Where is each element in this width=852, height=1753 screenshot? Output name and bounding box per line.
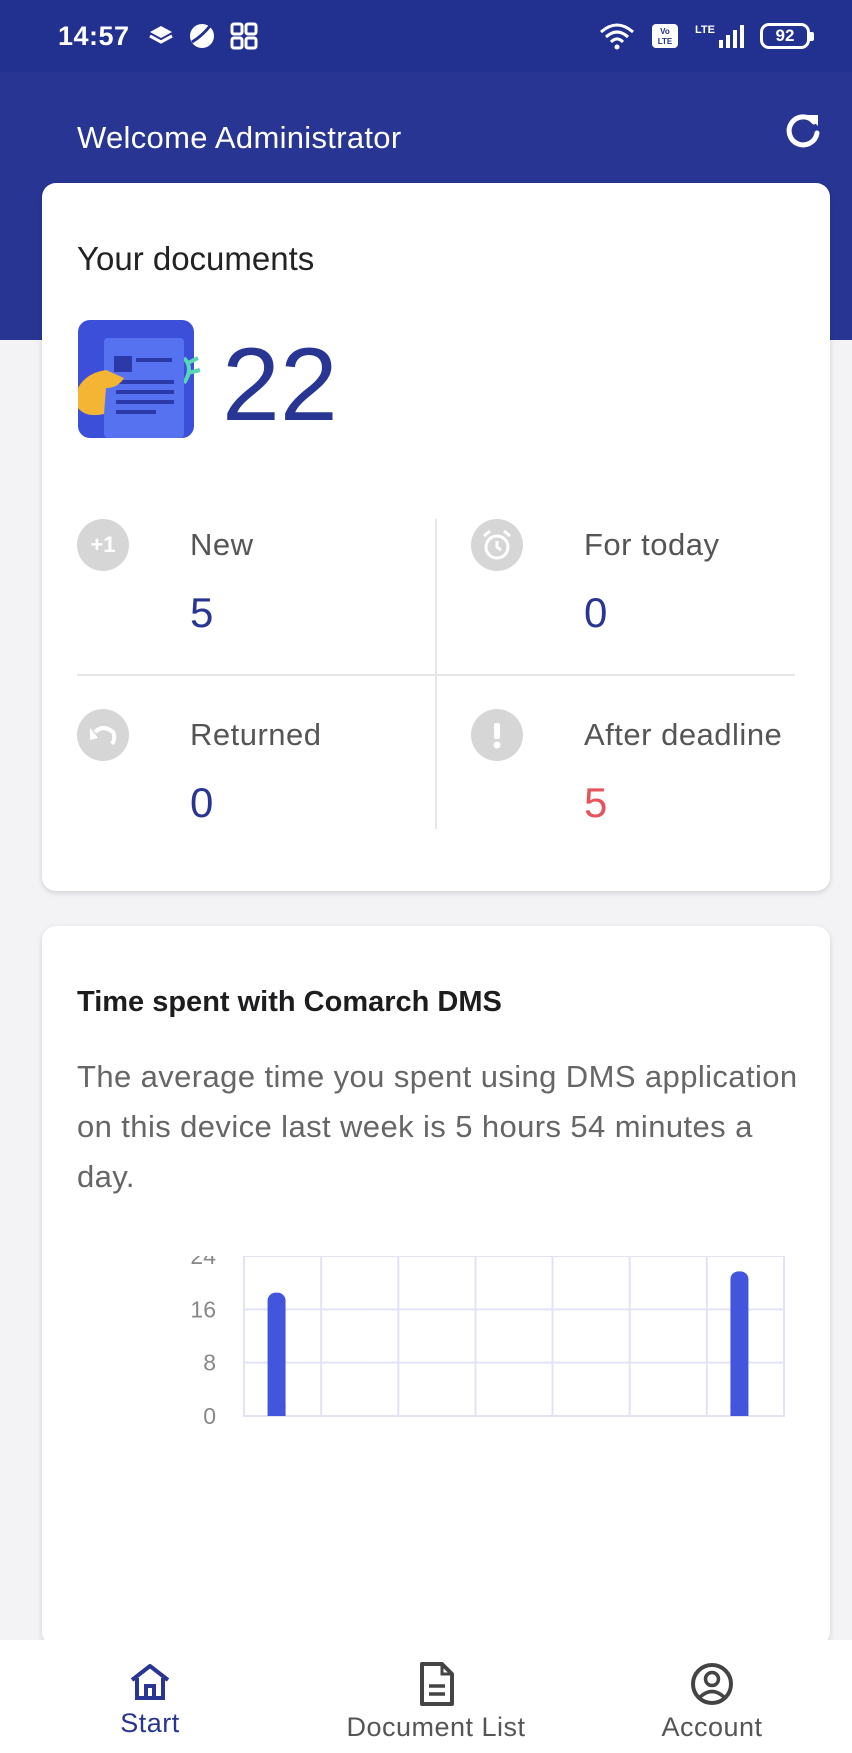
home-icon bbox=[130, 1664, 170, 1700]
nav-account[interactable]: Account bbox=[572, 1640, 852, 1753]
stat-value: 0 bbox=[584, 589, 608, 636]
svg-text:LTE: LTE bbox=[658, 37, 673, 46]
signal-bars-icon bbox=[719, 25, 744, 48]
stats-divider-horizontal bbox=[77, 674, 795, 676]
stat-label: After deadline bbox=[584, 717, 783, 752]
alarm-clock-icon bbox=[471, 519, 523, 571]
volte-icon: Vo LTE bbox=[652, 24, 679, 48]
status-system-icons: Vo LTE LTE 92 bbox=[599, 22, 814, 50]
stat-label: Returned bbox=[190, 717, 322, 752]
plus-one-icon-text: +1 bbox=[90, 532, 116, 557]
stat-label: New bbox=[190, 527, 254, 562]
chart-plot-border bbox=[243, 1256, 785, 1417]
stat-value: 5 bbox=[190, 589, 214, 636]
chart-ytick-label: 24 bbox=[190, 1256, 216, 1269]
time-spent-description: The average time you spent using DMS app… bbox=[77, 1059, 798, 1194]
documents-stats: +1 New 5 For today 0 Returned 0 After de… bbox=[77, 519, 795, 829]
time-spent-card: Time spent with Comarch DMS The average … bbox=[42, 926, 830, 1646]
wifi-icon bbox=[600, 23, 635, 50]
page-title: Welcome Administrator bbox=[77, 120, 402, 155]
chart-bar-base bbox=[730, 1406, 749, 1416]
layers-icon bbox=[148, 26, 173, 44]
stat-label: For today bbox=[584, 527, 720, 562]
plus-one-icon: +1 bbox=[77, 519, 129, 571]
documents-total: 22 bbox=[222, 327, 338, 443]
nav-label-start: Start bbox=[120, 1708, 180, 1738]
exclamation-icon bbox=[471, 709, 523, 761]
stat-new[interactable]: +1 New 5 bbox=[77, 519, 436, 674]
weekly-usage-chart: 081624MonTueWedThuFriSatSun bbox=[190, 1256, 785, 1429]
battery-indicator: 92 bbox=[760, 23, 814, 49]
stat-for-today[interactable]: For today 0 bbox=[471, 519, 830, 674]
refresh-button[interactable] bbox=[780, 108, 826, 154]
ball-icon bbox=[189, 24, 214, 48]
chart-bar-base bbox=[267, 1406, 286, 1416]
chart-bar bbox=[267, 1292, 286, 1416]
nav-document-list[interactable]: Document List bbox=[300, 1640, 572, 1753]
time-spent-title: Time spent with Comarch DMS bbox=[77, 986, 502, 1018]
status-notification-icons bbox=[148, 22, 258, 50]
documents-title: Your documents bbox=[77, 240, 315, 277]
bottom-nav: Start Document List Account bbox=[0, 1640, 852, 1753]
status-bar: 14:57 Vo LTE LTE 92 bbox=[0, 0, 852, 72]
stat-after-deadline[interactable]: After deadline 5 bbox=[471, 709, 830, 864]
stat-returned[interactable]: Returned 0 bbox=[77, 709, 436, 864]
account-icon bbox=[691, 1663, 733, 1705]
chart-ytick-label: 16 bbox=[190, 1296, 216, 1322]
battery-level: 92 bbox=[775, 26, 795, 45]
network-type: LTE bbox=[695, 24, 715, 36]
undo-icon bbox=[77, 709, 129, 761]
stat-value: 5 bbox=[584, 779, 608, 826]
nav-start[interactable]: Start bbox=[0, 1640, 300, 1753]
document-icon bbox=[420, 1662, 454, 1706]
stat-value: 0 bbox=[190, 779, 214, 826]
apps-grid-icon bbox=[230, 22, 258, 50]
svg-text:Vo: Vo bbox=[660, 27, 670, 36]
nav-label-account: Account bbox=[661, 1712, 763, 1742]
documents-illustration bbox=[78, 320, 201, 438]
chart-ytick-label: 8 bbox=[203, 1350, 216, 1376]
chart-ytick-label: 0 bbox=[203, 1403, 216, 1429]
signal-indicator: LTE bbox=[695, 24, 744, 48]
documents-card[interactable]: Your documents 22 +1 New 5 For today 0 R… bbox=[42, 183, 830, 891]
refresh-icon bbox=[786, 114, 820, 148]
chart-bar bbox=[730, 1271, 749, 1416]
status-time: 14:57 bbox=[58, 20, 130, 51]
nav-label-document-list: Document List bbox=[346, 1712, 526, 1742]
